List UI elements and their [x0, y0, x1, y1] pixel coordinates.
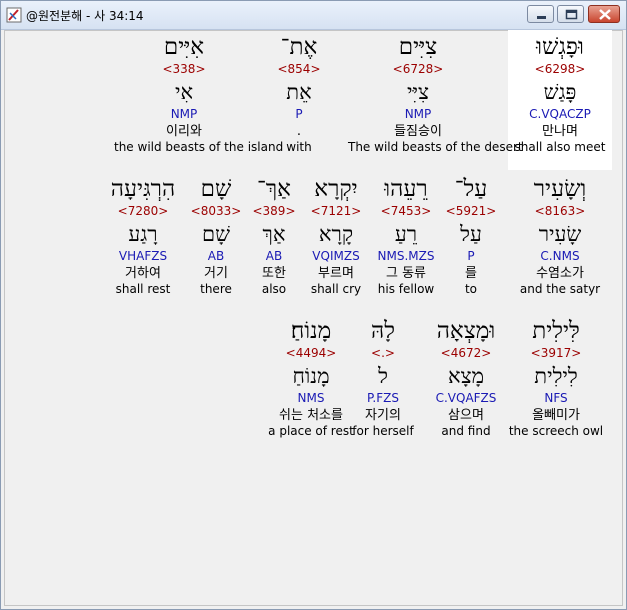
- hebrew-lemma: אִי: [174, 80, 194, 104]
- korean-gloss: 들짐승이: [394, 124, 442, 139]
- word-cell[interactable]: צִיִּים <6728> צִיִּי NMP 들짐승이 The wild beast…: [348, 32, 523, 154]
- hebrew-word: צִיִּים: [398, 34, 438, 60]
- korean-gloss: 쉬는 처소를: [279, 408, 343, 423]
- korean-gloss: 이리와: [166, 124, 202, 139]
- word-cell[interactable]: מָנוֹחַ׃ <4494> מָנוֹחַ NMS 쉬는 처소를 a place of…: [241, 316, 381, 438]
- strong-number: <6298>: [534, 62, 586, 76]
- word-cell[interactable]: וּפָגְשׁוּ <6298> פָּגַשׁ C.VQACZP 만나며 shall …: [490, 32, 627, 154]
- app-icon: [6, 7, 22, 23]
- word-cell[interactable]: אִיִּים <338> אִי NMP 이리와 the wild beasts of …: [114, 32, 284, 154]
- hebrew-lemma: רָגַע: [128, 222, 158, 246]
- close-button[interactable]: [588, 5, 620, 23]
- app-window: @원전분해 - 사 34:14 וּפָגְשׁוּ <6298> פָּגַשׁ C…: [0, 0, 627, 610]
- english-gloss: The wild beasts of the desert: [348, 140, 523, 154]
- minimize-icon: [537, 16, 546, 19]
- strong-number: <7280>: [117, 204, 169, 218]
- korean-gloss: 만나며: [542, 124, 578, 139]
- window-title: @원전분해 - 사 34:14: [26, 9, 144, 23]
- hebrew-lemma: פָּגַשׁ: [543, 80, 577, 104]
- hebrew-word: מָנוֹחַ׃: [290, 318, 332, 344]
- morphology-code: NMP: [170, 107, 198, 121]
- strong-number: <338>: [162, 62, 206, 76]
- hebrew-word: וּפָגְשׁוּ: [536, 34, 584, 60]
- minimize-button[interactable]: [527, 5, 554, 23]
- title-bar[interactable]: @원전분해 - 사 34:14: [1, 1, 626, 30]
- hebrew-lemma: מָנוֹחַ: [292, 364, 330, 388]
- maximize-button[interactable]: [557, 5, 584, 23]
- hebrew-word: הִרְגִּיעָה: [110, 176, 176, 202]
- morphology-code: VHAFZS: [118, 249, 168, 263]
- korean-gloss: 거하여: [125, 266, 161, 281]
- strong-number: <6728>: [392, 62, 444, 76]
- strong-number: <4494>: [285, 346, 337, 360]
- english-gloss: the wild beasts of the island: [114, 140, 284, 154]
- english-gloss: shall rest: [115, 282, 171, 296]
- morphology-code: NMS: [297, 391, 325, 405]
- hebrew-lemma: צִיִּי: [406, 80, 429, 104]
- morphology-code: C.VQACZP: [529, 107, 591, 121]
- word-cell[interactable]: הִרְגִּיעָה <7280> רָגַע VHAFZS 거하여 shall res…: [73, 174, 213, 296]
- close-icon: [599, 9, 611, 20]
- hebrew-word: אִיִּים: [163, 34, 205, 60]
- morphology-code: NMP: [404, 107, 432, 121]
- english-gloss: a place of rest: [268, 424, 354, 438]
- maximize-icon: [565, 9, 578, 20]
